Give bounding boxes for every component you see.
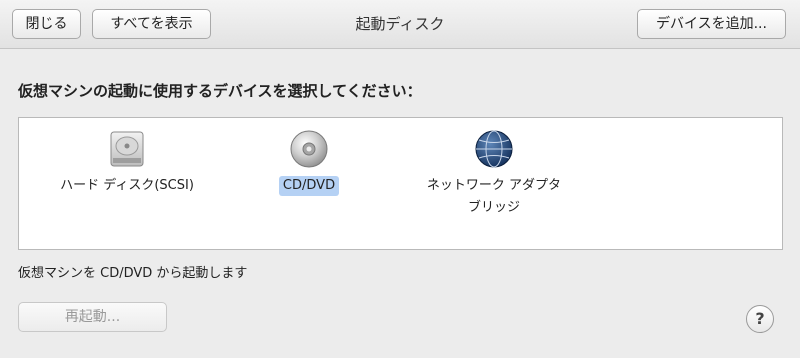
device-cd-dvd[interactable]: CD/DVD: [249, 128, 369, 196]
add-device-button[interactable]: デバイスを追加...: [637, 9, 786, 39]
device-label-hard-disk: ハード ディスク(SCSI): [60, 178, 194, 193]
device-network-adapter[interactable]: ネットワーク アダプタ ブリッジ: [404, 128, 584, 218]
window-title: 起動ディスク: [355, 15, 445, 33]
device-label-cd-dvd: CD/DVD: [278, 176, 340, 196]
show-all-button[interactable]: すべてを表示: [92, 9, 211, 39]
status-text: 仮想マシンを CD/DVD から起動します: [18, 266, 248, 281]
close-button[interactable]: 閉じる: [12, 9, 81, 39]
device-list: ハード ディスク(SCSI) CD/DVD ネットワーク アダプタ ブリッジ: [18, 117, 783, 250]
device-label-network-adapter: ネットワーク アダプタ: [426, 178, 562, 193]
toolbar: 閉じる すべてを表示 起動ディスク デバイスを追加...: [0, 0, 800, 49]
cd-dvd-icon: [290, 130, 328, 168]
globe-network-icon: [475, 130, 513, 168]
hard-disk-icon: [110, 131, 144, 167]
device-label-network-adapter-line2: ブリッジ: [467, 200, 520, 215]
help-button[interactable]: ?: [746, 305, 774, 333]
restart-button[interactable]: 再起動...: [18, 302, 167, 332]
device-hard-disk[interactable]: ハード ディスク(SCSI): [37, 128, 217, 196]
instruction-label: 仮想マシンの起動に使用するデバイスを選択してください：: [18, 82, 422, 100]
